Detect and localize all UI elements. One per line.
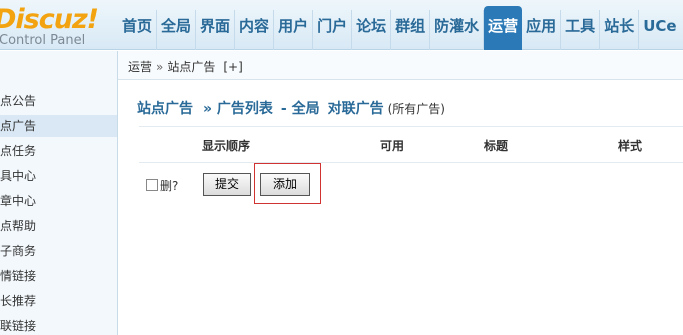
column-style: 样式 [618,139,643,153]
nav-operations[interactable]: 运营 [484,6,523,50]
action-row: 删? 提交 添加 [146,173,683,203]
column-title: 标题 [484,139,509,153]
column-available: 可用 [380,139,405,153]
sidebar-item-site-ads[interactable]: 点广告 [0,115,117,137]
page-title: 站点广告 » 广告列表 - 全局 对联广告 (所有广告) [137,98,445,118]
sidebar-item-help[interactable]: 点帮助 [0,215,117,237]
breadcrumb-separator: » [156,60,164,74]
delete-label: 删? [160,179,179,193]
nav-global[interactable]: 全局 [157,10,197,50]
nav-apps[interactable]: 应用 [522,10,562,50]
nav-interface[interactable]: 界面 [196,10,236,50]
title-ad-list[interactable]: » 广告列表 [203,101,273,117]
nav-content[interactable]: 内容 [235,10,275,50]
main-nav: 首页 全局 界面 内容 用户 门户 论坛 群组 防灌水 运营 应用 工具 站长 … [118,6,681,50]
sidebar-item-union-links[interactable]: 联链接 [0,315,117,335]
sidebar: 点公告 点广告 点任务 具中心 章中心 点帮助 子商务 情链接 长推荐 联链接 [0,51,118,335]
sidebar-item-recommend[interactable]: 长推荐 [0,290,117,312]
title-all-ads: (所有广告) [387,102,445,116]
sidebar-item-ecommerce[interactable]: 子商务 [0,240,117,262]
title-couplet-ads[interactable]: 对联广告 [328,101,384,117]
logo: Discuz! [0,4,99,35]
nav-groups[interactable]: 群组 [391,10,431,50]
title-main[interactable]: 站点广告 [137,101,193,117]
breadcrumb-section[interactable]: 运营 [128,60,152,74]
top-header: Discuz! Control Panel 首页 全局 界面 内容 用户 门户 … [0,0,683,50]
nav-portal[interactable]: 门户 [313,10,353,50]
breadcrumb-page: 站点广告 [167,60,216,74]
nav-home[interactable]: 首页 [118,10,158,50]
nav-antispam[interactable]: 防灌水 [430,10,485,50]
add-shortcut-button[interactable]: [+] [223,60,242,74]
breadcrumb: 运营 » 站点广告 [+] [128,58,243,75]
sidebar-item-announcements[interactable]: 点公告 [0,90,117,112]
delete-checkbox[interactable] [146,179,158,191]
breadcrumb-bar: 运营 » 站点广告 [+] [118,51,683,80]
add-button[interactable]: 添加 [260,173,310,196]
nav-users[interactable]: 用户 [274,10,314,50]
sidebar-item-friend-links[interactable]: 情链接 [0,265,117,287]
title-global[interactable]: - 全局 [281,101,320,117]
nav-forum[interactable]: 论坛 [352,10,392,50]
main-content: 站点广告 » 广告列表 - 全局 对联广告 (所有广告) 显示顺序 可用 标题 样式 删… [119,81,683,335]
submit-button[interactable]: 提交 [203,173,251,196]
sidebar-item-tasks[interactable]: 点任务 [0,140,117,162]
nav-ucenter[interactable]: UCe [639,10,680,50]
logo-subtitle: Control Panel [0,33,86,48]
nav-tools[interactable]: 工具 [561,10,601,50]
nav-founder[interactable]: 站长 [600,10,640,50]
column-display-order: 显示顺序 [202,139,251,153]
sidebar-item-medal-center[interactable]: 章中心 [0,190,117,212]
sidebar-item-magic-center[interactable]: 具中心 [0,165,117,187]
table-header: 显示顺序 可用 标题 样式 [139,126,683,163]
